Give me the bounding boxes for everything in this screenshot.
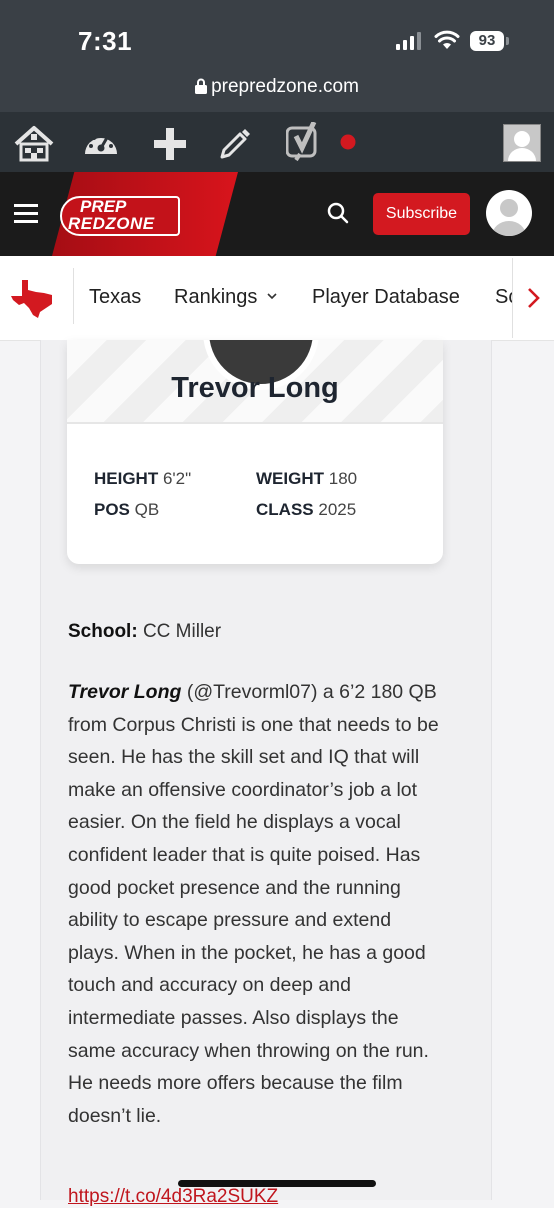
stat-label: WEIGHT (256, 469, 324, 488)
school-name: CC Miller (142, 621, 222, 642)
stat-label: CLASS (256, 500, 314, 519)
lock-icon (195, 78, 208, 94)
chevron-down-icon (267, 293, 277, 300)
nav-item-texas[interactable]: Texas (89, 286, 141, 309)
player-name: Trevor Long (171, 372, 339, 404)
subscribe-button[interactable]: Subscribe (373, 193, 470, 235)
search-icon[interactable] (327, 202, 349, 224)
battery-indicator: 93 (470, 31, 504, 51)
stat-label: HEIGHT (94, 469, 159, 488)
url-text: prepredzone.com (211, 76, 359, 97)
logo-line2: REDZONE (68, 214, 155, 233)
texas-map-icon[interactable] (10, 278, 54, 318)
bio-text: (@Trevorml07) a 6’2 180 QB from Corpus C… (68, 681, 439, 1127)
stat-value: QB (134, 500, 160, 519)
school-line: School: CC Miller (68, 621, 221, 643)
clock: 7:31 (78, 26, 133, 56)
cellular-signal-icon (396, 32, 421, 50)
chevron-right-icon (528, 288, 540, 308)
stat-height: HEIGHT 6'2" (94, 469, 191, 489)
stat-value: 2025 (318, 500, 357, 519)
tweet-link[interactable]: https://t.co/4d3Ra2SUKZ (68, 1186, 278, 1208)
dashboard-gauge-icon[interactable] (82, 126, 120, 158)
pencil-icon[interactable] (218, 126, 252, 160)
stat-value: 6'2" (162, 469, 192, 488)
yoast-y-icon[interactable] (286, 122, 322, 162)
stat-position: POS QB (94, 500, 159, 520)
stat-value: 180 (328, 469, 358, 488)
status-bar: 7:31 93 prepredzone.com (0, 0, 554, 112)
player-card: Trevor Long HEIGHT 6'2" WEIGHT 180 POS Q… (67, 340, 443, 564)
user-icon (492, 199, 526, 236)
stat-weight: WEIGHT 180 (256, 469, 357, 489)
address-bar[interactable]: prepredzone.com (0, 76, 554, 98)
nav-divider (73, 268, 74, 324)
admin-avatar[interactable] (503, 124, 541, 162)
plus-icon[interactable] (152, 126, 188, 162)
stat-class: CLASS 2025 (256, 500, 356, 520)
stat-label: POS (94, 500, 130, 519)
account-avatar-button[interactable] (486, 190, 532, 236)
player-bio: Trevor Long (@Trevorml07) a 6’2 180 QB f… (68, 676, 444, 1132)
user-avatar-icon (508, 131, 536, 161)
wifi-icon (434, 30, 460, 49)
nav-item-player-database[interactable]: Player Database (312, 286, 460, 309)
school-label: School: (68, 621, 138, 642)
hamburger-menu-icon[interactable] (14, 203, 38, 225)
home-indicator[interactable] (178, 1180, 376, 1187)
nav-item-label: Rankings (174, 286, 258, 308)
player-card-header: Trevor Long (67, 340, 443, 424)
bio-player-name: Trevor Long (68, 681, 182, 703)
nav-scroll-right-button[interactable] (512, 258, 554, 338)
notification-dot-icon[interactable] (340, 134, 356, 150)
battery-nub (506, 37, 509, 45)
nav-item-rankings[interactable]: Rankings (174, 286, 277, 309)
site-logo[interactable]: PREP REDZONE (60, 196, 180, 236)
main-nav (0, 256, 554, 341)
network-home-icon[interactable] (12, 124, 56, 162)
